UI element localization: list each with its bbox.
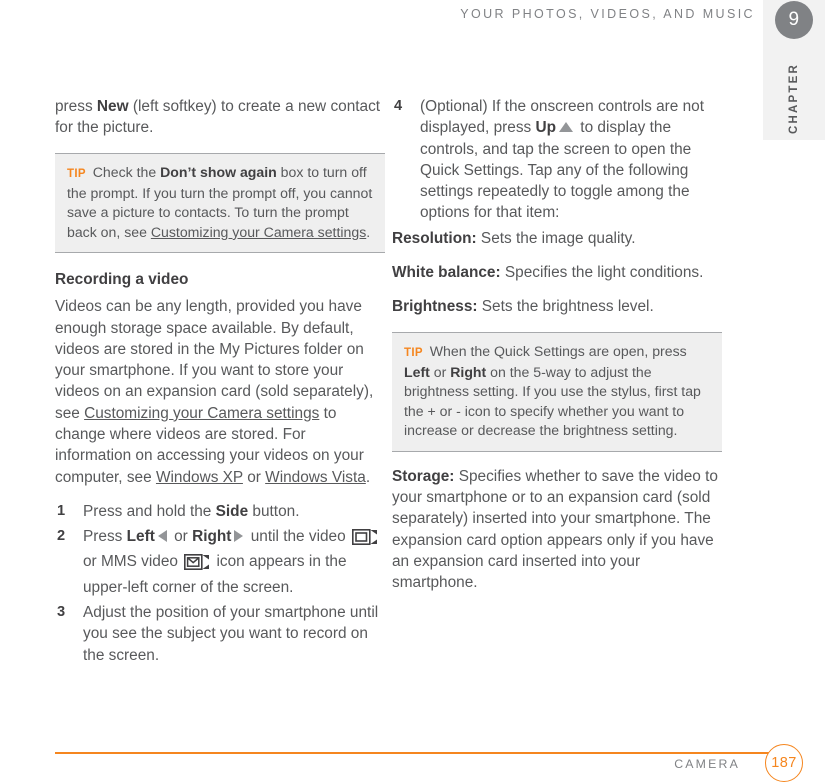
step-number: 1 bbox=[57, 502, 66, 519]
step1-bold-side: Side bbox=[215, 502, 249, 520]
step4-bold-up: Up bbox=[535, 119, 557, 137]
step2-bold-left: Left bbox=[126, 528, 155, 546]
running-head: YOUR PHOTOS, VIDEOS, AND MUSIC bbox=[460, 7, 755, 21]
tip2-text-1: When the Quick Settings are open, press bbox=[425, 342, 687, 359]
setting-term: Resolution: bbox=[392, 229, 477, 247]
tip-label: TIP bbox=[67, 167, 86, 180]
chapter-number-badge: 9 bbox=[775, 1, 813, 39]
step-number: 3 bbox=[57, 604, 66, 621]
chapter-label: CHAPTER bbox=[788, 63, 800, 135]
step3-text-1: Adjust the position of your smartphone u… bbox=[83, 604, 379, 664]
triangle-right-icon bbox=[234, 530, 244, 543]
step-item-1: 1 Press and hold the Side button. bbox=[55, 501, 385, 522]
numbered-steps-list-continued: 4 (Optional) If the onscreen controls are… bbox=[392, 96, 722, 224]
step2-text-2: or bbox=[169, 528, 193, 546]
setting-term: Brightness: bbox=[392, 298, 478, 316]
step2-text-3: until the video bbox=[246, 528, 350, 546]
setting-definition: Sets the brightness level. bbox=[477, 298, 654, 316]
setting-definition: Sets the image quality. bbox=[476, 229, 636, 247]
link-customizing-camera-settings-2[interactable]: Customizing your Camera settings bbox=[84, 405, 319, 422]
link-windows-vista[interactable]: Windows Vista bbox=[265, 469, 366, 486]
body-text-4: . bbox=[365, 468, 371, 486]
tip1-bold: Don’t show again bbox=[160, 163, 277, 180]
setting-storage: Storage: Specifies whether to save the v… bbox=[392, 466, 722, 594]
step-item-2: 2 Press Left or Right until the video or … bbox=[55, 526, 385, 598]
step-number: 2 bbox=[57, 528, 66, 545]
step-number: 4 bbox=[394, 98, 403, 114]
setting-term: White balance: bbox=[392, 264, 501, 282]
tip2-bold-left: Left bbox=[404, 364, 430, 381]
body-text-3: or bbox=[242, 468, 266, 486]
step1-text-1: Press and hold the bbox=[83, 502, 216, 520]
setting-definition: Specifies the light conditions. bbox=[500, 264, 704, 282]
body-paragraph-videos: Videos can be any length, provided you h… bbox=[55, 296, 385, 488]
tip-box-dont-show-again: TIP Check the Don’t show again box to tu… bbox=[55, 152, 385, 254]
link-customizing-camera-settings[interactable]: Customizing your Camera settings bbox=[151, 224, 366, 240]
tip2-bold-right: Right bbox=[450, 364, 487, 381]
footer-page-number: 187 bbox=[765, 744, 803, 782]
footer-section-label: CAMERA bbox=[674, 757, 740, 771]
tip1-text-1: Check the bbox=[88, 163, 161, 180]
step2-text-1: Press bbox=[83, 528, 127, 546]
tip2-text-2: or bbox=[429, 364, 451, 381]
setting-definition: Specifies whether to save the video to y… bbox=[392, 467, 718, 592]
mms-video-camera-icon bbox=[184, 554, 210, 576]
step-item-3: 3 Adjust the position of your smartphone … bbox=[55, 602, 385, 666]
left-column: press New (left softkey) to create a new… bbox=[55, 96, 385, 670]
setting-brightness: Brightness: Sets the brightness level. bbox=[392, 296, 722, 317]
continued-text-before: press bbox=[55, 98, 97, 115]
body-text-1: Videos can be any length, provided you h… bbox=[55, 298, 374, 422]
setting-resolution: Resolution: Sets the image quality. bbox=[392, 228, 722, 249]
video-camera-icon bbox=[351, 529, 378, 551]
chapter-tab: 9 CHAPTER bbox=[763, 0, 825, 140]
tip-label: TIP bbox=[404, 346, 423, 359]
footer-rule bbox=[55, 752, 769, 754]
link-windows-xp[interactable]: Windows XP bbox=[156, 469, 243, 486]
step2-bold-right: Right bbox=[192, 528, 232, 546]
tip1-text-3: . bbox=[366, 223, 371, 240]
triangle-left-icon bbox=[157, 530, 167, 543]
continued-paragraph: press New (left softkey) to create a new… bbox=[55, 96, 385, 139]
triangle-up-icon bbox=[559, 122, 574, 133]
right-column: 4 (Optional) If the onscreen controls are… bbox=[392, 96, 722, 606]
step2-text-4: or MMS video bbox=[83, 553, 183, 571]
setting-term: Storage: bbox=[392, 467, 455, 485]
step-item-4: 4 (Optional) If the onscreen controls are… bbox=[392, 96, 722, 224]
continued-bold-new: New bbox=[96, 98, 129, 115]
numbered-steps-list: 1 Press and hold the Side button. 2 Press … bbox=[55, 501, 385, 666]
section-heading-recording-a-video: Recording a video bbox=[55, 271, 189, 289]
setting-white-balance: White balance: Specifies the light condi… bbox=[392, 262, 722, 283]
tip-box-quick-settings-brightness: TIP When the Quick Settings are open, pr… bbox=[392, 331, 722, 452]
step1-text-2: button. bbox=[248, 502, 300, 520]
